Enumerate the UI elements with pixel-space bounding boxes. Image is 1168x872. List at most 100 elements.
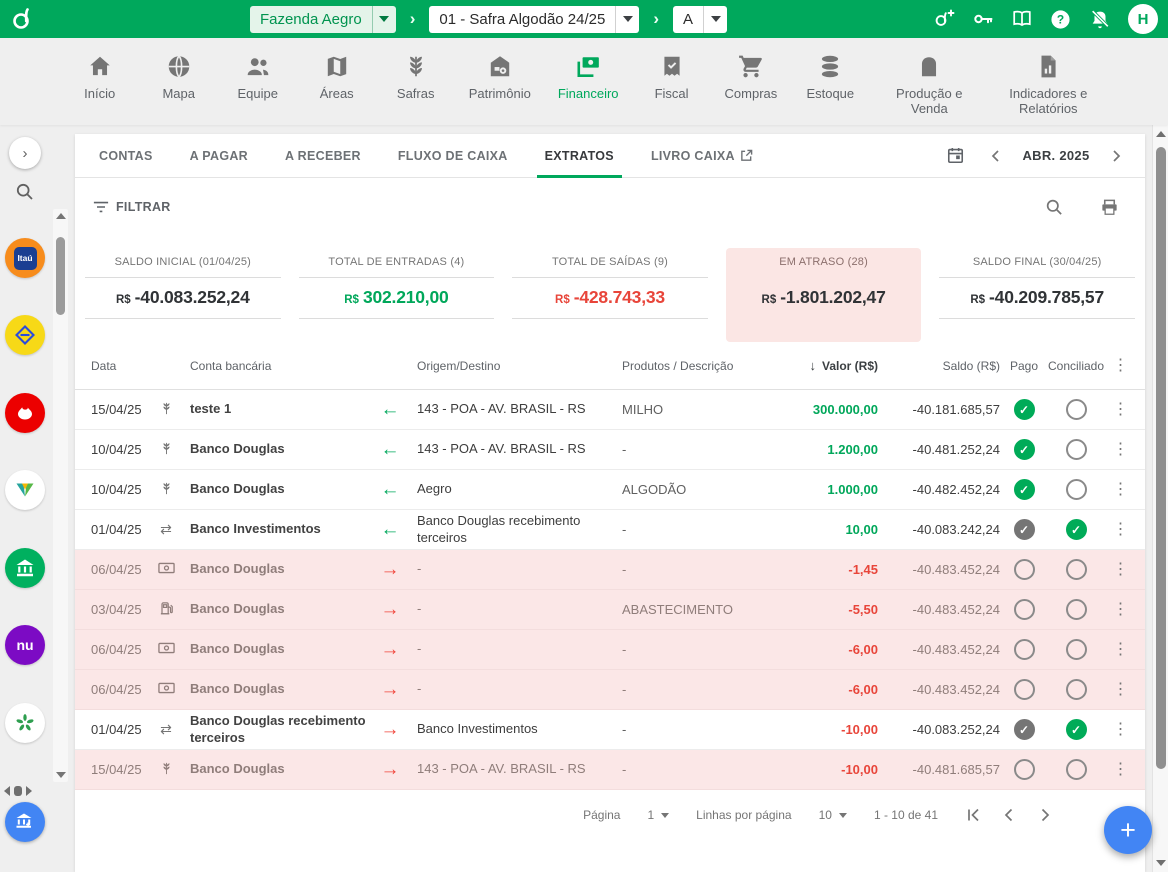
reconciled-checkbox[interactable] (1066, 519, 1087, 540)
table-row[interactable]: 06/04/25 ⇄ Banco Douglas ← → - - -6,00 -… (75, 630, 1145, 670)
paid-checkbox[interactable] (1014, 719, 1035, 740)
row-menu-button[interactable]: ⋮ (1104, 722, 1137, 738)
tab-fluxo-de-caixa[interactable]: FLUXO DE CAIXA (396, 134, 510, 178)
tab-extratos[interactable]: EXTRATOS (543, 134, 616, 178)
bank-item-banco-do-brasil[interactable] (5, 315, 45, 355)
nav-item-financeiro[interactable]: Financeiro (558, 53, 619, 102)
table-row[interactable]: 06/04/25 ⇄ Banco Douglas ← → - - -6,00 -… (75, 670, 1145, 710)
notifications-off-icon[interactable] (1089, 8, 1111, 30)
search-icon[interactable] (1045, 198, 1064, 217)
tab-a-receber[interactable]: A RECEBER (283, 134, 363, 178)
reconciled-checkbox[interactable] (1066, 479, 1087, 500)
nav-item-producao-venda[interactable]: Produção e Venda (883, 53, 975, 116)
plot-selector[interactable]: A (673, 6, 727, 33)
bank-item-cooperative-v[interactable] (5, 470, 45, 510)
harvest-selector[interactable]: 01 - Safra Algodão 24/25 (429, 6, 639, 33)
reconciled-checkbox[interactable] (1066, 439, 1087, 460)
previous-month-button[interactable] (983, 143, 1009, 169)
aegro-logo-icon[interactable] (10, 5, 44, 33)
filter-button[interactable]: FILTRAR (93, 200, 171, 214)
nav-item-areas[interactable]: Áreas (311, 53, 363, 102)
column-header-conta[interactable]: Conta bancária (183, 359, 378, 373)
page-select[interactable]: 1 (647, 808, 669, 822)
column-header-pago[interactable]: Pago (1000, 359, 1048, 373)
nav-item-safras[interactable]: Safras (390, 53, 442, 102)
rows-per-page-select[interactable]: 10 (819, 808, 847, 822)
row-menu-button[interactable]: ⋮ (1104, 482, 1137, 498)
row-menu-button[interactable]: ⋮ (1104, 402, 1137, 418)
farm-selector[interactable]: Fazenda Aegro (250, 6, 396, 33)
table-menu-button[interactable]: ⋮ (1104, 358, 1137, 374)
scroll-down-icon[interactable] (1156, 860, 1166, 866)
scroll-left-icon[interactable] (4, 786, 10, 796)
column-header-data[interactable]: Data (91, 359, 149, 373)
paid-checkbox[interactable] (1014, 639, 1035, 660)
add-bank-account-button[interactable] (5, 802, 45, 842)
avatar[interactable]: H (1128, 4, 1158, 34)
scroll-right-icon[interactable] (26, 786, 32, 796)
sidebar-scrollbar[interactable] (53, 209, 68, 782)
reconciled-checkbox[interactable] (1066, 559, 1087, 580)
search-icon[interactable] (15, 182, 35, 207)
bank-item-itau[interactable]: Itaú (5, 238, 45, 278)
reconciled-checkbox[interactable] (1066, 679, 1087, 700)
tab-a-pagar[interactable]: A PAGAR (188, 134, 250, 178)
row-menu-button[interactable]: ⋮ (1104, 762, 1137, 778)
bank-item-nubank[interactable]: nu (5, 625, 45, 665)
reconciled-checkbox[interactable] (1066, 719, 1087, 740)
calendar-icon[interactable] (946, 146, 965, 165)
add-transaction-fab[interactable]: + (1104, 806, 1152, 854)
paid-checkbox[interactable] (1014, 519, 1035, 540)
sidebar-expand-button[interactable]: › (9, 137, 41, 169)
book-icon[interactable] (1011, 8, 1033, 30)
nav-item-patrimonio[interactable]: Patrimônio (469, 53, 531, 102)
print-icon[interactable] (1100, 198, 1119, 217)
bank-item-santander[interactable] (5, 393, 45, 433)
column-header-saldo[interactable]: Saldo (R$) (878, 359, 1000, 373)
scroll-up-icon[interactable] (1156, 131, 1166, 137)
paid-checkbox[interactable] (1014, 559, 1035, 580)
column-header-valor[interactable]: ↓Valor (R$) (762, 358, 878, 373)
page-scrollbar[interactable] (1152, 125, 1168, 872)
column-header-produtos[interactable]: Produtos / Descrição (602, 359, 762, 373)
row-menu-button[interactable]: ⋮ (1104, 562, 1137, 578)
column-header-origem[interactable]: Origem/Destino (402, 359, 602, 373)
paid-checkbox[interactable] (1014, 599, 1035, 620)
row-menu-button[interactable]: ⋮ (1104, 442, 1137, 458)
harvest-selector-caret[interactable] (615, 6, 639, 33)
column-header-conciliado[interactable]: Conciliado (1048, 359, 1104, 373)
table-row[interactable]: 15/04/25 ⇄ teste 1 ← → 143 - POA - AV. B… (75, 390, 1145, 430)
table-row[interactable]: 10/04/25 ⇄ Banco Douglas ← → 143 - POA -… (75, 430, 1145, 470)
reconciled-checkbox[interactable] (1066, 399, 1087, 420)
row-menu-button[interactable]: ⋮ (1104, 682, 1137, 698)
paid-checkbox[interactable] (1014, 759, 1035, 780)
nav-item-compras[interactable]: Compras (725, 53, 778, 102)
bank-item-cooperative-pinwheel[interactable] (5, 703, 45, 743)
scroll-down-icon[interactable] (56, 772, 66, 778)
table-row[interactable]: 06/04/25 ⇄ Banco Douglas ← → - - -1,45 -… (75, 550, 1145, 590)
tab-contas[interactable]: CONTAS (97, 134, 155, 178)
nav-item-estoque[interactable]: Estoque (804, 53, 856, 102)
first-page-button[interactable] (965, 807, 981, 823)
paid-checkbox[interactable] (1014, 479, 1035, 500)
table-row[interactable]: 10/04/25 ⇄ Banco Douglas ← → Aegro ALGOD… (75, 470, 1145, 510)
scroll-up-icon[interactable] (56, 213, 66, 219)
nav-item-indicadores[interactable]: Indicadores e Relatórios (1002, 53, 1094, 116)
farm-selector-caret[interactable] (372, 6, 396, 33)
sidebar-horizontal-scrollbar[interactable] (4, 785, 50, 797)
table-row[interactable]: 15/04/25 ⇄ Banco Douglas ← → 143 - POA -… (75, 750, 1145, 790)
table-row[interactable]: 01/04/25 ⇄ Banco Douglas recebimento ter… (75, 710, 1145, 750)
row-menu-button[interactable]: ⋮ (1104, 602, 1137, 618)
table-row[interactable]: 01/04/25 ⇄ Banco Investimentos ← → Banco… (75, 510, 1145, 550)
paid-checkbox[interactable] (1014, 439, 1035, 460)
reconciled-checkbox[interactable] (1066, 759, 1087, 780)
key-icon[interactable] (972, 8, 994, 30)
nav-item-equipe[interactable]: Equipe (232, 53, 284, 102)
next-month-button[interactable] (1103, 143, 1129, 169)
row-menu-button[interactable]: ⋮ (1104, 642, 1137, 658)
tab-livro-caixa[interactable]: LIVRO CAIXA (649, 134, 755, 178)
reconciled-checkbox[interactable] (1066, 599, 1087, 620)
page-scrollbar-thumb[interactable] (1156, 147, 1166, 769)
sidebar-scrollbar-thumb[interactable] (56, 237, 65, 315)
nav-item-mapa[interactable]: Mapa (153, 53, 205, 102)
